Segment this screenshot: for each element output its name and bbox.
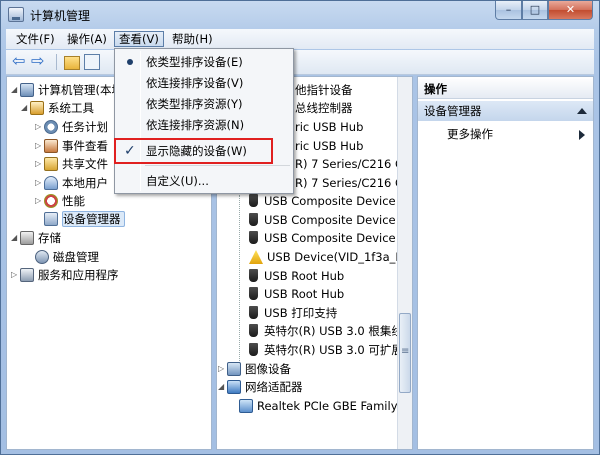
more-actions-link[interactable]: 更多操作	[447, 125, 493, 143]
users-icon	[44, 176, 58, 190]
menu-sort-devices-by-connection[interactable]: 依连接排序设备(V)	[118, 73, 290, 94]
menu-separator	[145, 165, 290, 166]
device-row[interactable]: USB Composite Device	[249, 229, 396, 247]
warning-icon	[249, 250, 263, 264]
collapse-icon[interactable]: ◢	[11, 229, 20, 247]
view-menu-dropdown: 依类型排序设备(E) 依连接排序设备(V) 依类型排序资源(Y) 依连接排序资源…	[114, 48, 294, 194]
expand-icon[interactable]: ▷	[35, 155, 44, 173]
device-category-imaging[interactable]: ▷ 图像设备	[218, 360, 291, 378]
storage-icon	[20, 231, 34, 245]
tree-item-computer-management[interactable]: ◢ 计算机管理(本地	[11, 81, 123, 99]
actions-section-device-manager[interactable]: 设备管理器	[418, 101, 593, 121]
tree-item-event-viewer[interactable]: ▷ 事件查看	[35, 137, 108, 155]
usb-plug-icon	[249, 231, 258, 244]
tree-connector-line	[239, 195, 240, 363]
tools-icon	[30, 101, 44, 115]
maximize-button[interactable]: □	[522, 1, 548, 20]
menu-sort-resources-by-connection[interactable]: 依连接排序资源(N)	[118, 115, 290, 136]
tree-item-device-manager[interactable]: 设备管理器	[44, 210, 125, 228]
shared-folder-icon	[44, 157, 58, 171]
collapse-triangle-icon[interactable]	[577, 108, 587, 114]
device-tree-scrollbar[interactable]	[397, 77, 412, 449]
expand-icon[interactable]: ▷	[35, 192, 44, 210]
close-button[interactable]: ✕	[548, 1, 593, 20]
usb-plug-icon	[249, 194, 258, 207]
device-row[interactable]: USB Root Hub	[249, 267, 344, 285]
collapse-icon[interactable]: ◢	[218, 378, 227, 396]
computer-management-icon	[8, 7, 24, 22]
minimize-button[interactable]: –	[495, 1, 522, 20]
device-row[interactable]: 他指针设备	[295, 81, 353, 99]
menu-sort-devices-by-type[interactable]: 依类型排序设备(E)	[118, 52, 290, 73]
window-title: 计算机管理	[30, 9, 91, 23]
network-card-icon	[239, 399, 253, 413]
event-viewer-icon	[44, 139, 58, 153]
usb-plug-icon	[249, 324, 258, 337]
forward-arrow-icon[interactable]: ⇨	[31, 53, 49, 71]
menu-file[interactable]: 文件(F)	[12, 31, 59, 47]
submenu-arrow-icon[interactable]	[579, 130, 585, 140]
back-arrow-icon[interactable]: ⇦	[12, 53, 30, 71]
menu-view[interactable]: 查看(V)	[114, 31, 164, 47]
device-row[interactable]: R) 7 Series/C216 Cl	[295, 174, 406, 192]
expand-icon[interactable]: ▷	[35, 174, 44, 192]
usb-plug-icon	[249, 287, 258, 300]
device-row[interactable]: 总线控制器	[295, 99, 353, 117]
tree-item-system-tools[interactable]: ◢ 系统工具	[21, 99, 94, 117]
actions-header: 操作	[418, 79, 593, 99]
scrollbar-thumb[interactable]	[399, 313, 411, 393]
menu-help[interactable]: 帮助(H)	[168, 31, 217, 47]
device-row[interactable]: ric USB Hub	[295, 118, 363, 136]
tree-item-task-scheduler[interactable]: ▷ 任务计划	[35, 118, 108, 136]
toolbar: ⇦ ⇨	[6, 50, 594, 75]
tree-item-storage[interactable]: ◢ 存储	[11, 229, 61, 247]
expand-icon[interactable]: ▷	[11, 266, 20, 284]
collapse-icon[interactable]: ◢	[11, 81, 20, 99]
radio-selected-icon	[127, 59, 133, 65]
tree-item-performance[interactable]: ▷ 性能	[35, 192, 85, 210]
device-row[interactable]: USB Composite Device	[249, 192, 396, 210]
usb-plug-icon	[249, 269, 258, 282]
tree-item-disk-management[interactable]: 磁盘管理	[35, 248, 99, 266]
computer-icon	[20, 83, 34, 97]
expand-icon[interactable]: ▷	[218, 360, 227, 378]
menu-customize[interactable]: 自定义(U)...	[118, 171, 290, 192]
collapse-icon[interactable]: ◢	[21, 99, 30, 117]
device-row[interactable]: USB Device(VID_1f3a_PII	[249, 248, 409, 266]
up-folder-icon[interactable]	[64, 56, 80, 70]
device-manager-icon	[44, 212, 58, 226]
imaging-device-icon	[227, 362, 241, 376]
services-icon	[20, 268, 34, 282]
title-bar[interactable]: 计算机管理 – □ ✕	[1, 1, 600, 29]
network-adapter-icon	[227, 380, 241, 394]
usb-plug-icon	[249, 343, 258, 356]
computer-management-window: 计算机管理 – □ ✕ 文件(F) 操作(A) 查看(V) 帮助(H) ⇦ ⇨ …	[0, 0, 600, 455]
usb-plug-icon	[249, 306, 258, 319]
tree-item-shared-folders[interactable]: ▷ 共享文件	[35, 155, 108, 173]
performance-icon	[44, 194, 58, 208]
actions-pane: 操作 设备管理器 更多操作	[417, 76, 594, 450]
device-row[interactable]: 英特尔(R) USB 3.0 根集线	[249, 322, 403, 340]
toolbar-separator	[56, 54, 57, 70]
disk-icon	[35, 250, 49, 264]
device-row[interactable]: Realtek PCIe GBE Family	[239, 397, 398, 415]
tree-item-local-users[interactable]: ▷ 本地用户	[35, 174, 108, 192]
device-category-network[interactable]: ◢ 网络适配器	[218, 378, 303, 396]
highlight-annotation-box	[114, 138, 273, 164]
device-row[interactable]: 英特尔(R) USB 3.0 可扩展	[249, 341, 403, 359]
device-row[interactable]: USB 打印支持	[249, 304, 337, 322]
menu-bar: 文件(F) 操作(A) 查看(V) 帮助(H)	[6, 29, 594, 49]
expand-icon[interactable]: ▷	[35, 118, 44, 136]
tree-item-services-apps[interactable]: ▷ 服务和应用程序	[11, 266, 119, 284]
show-hide-tree-icon[interactable]	[84, 54, 100, 70]
device-row[interactable]: ric USB Hub	[295, 137, 363, 155]
device-row[interactable]: R) 7 Series/C216 Cl	[295, 155, 406, 173]
menu-action[interactable]: 操作(A)	[63, 31, 111, 47]
expand-icon[interactable]: ▷	[35, 137, 44, 155]
device-row[interactable]: USB Root Hub	[249, 285, 344, 303]
clock-icon	[44, 120, 58, 134]
menu-sort-resources-by-type[interactable]: 依类型排序资源(Y)	[118, 94, 290, 115]
usb-plug-icon	[249, 213, 258, 226]
device-row[interactable]: USB Composite Device	[249, 211, 396, 229]
